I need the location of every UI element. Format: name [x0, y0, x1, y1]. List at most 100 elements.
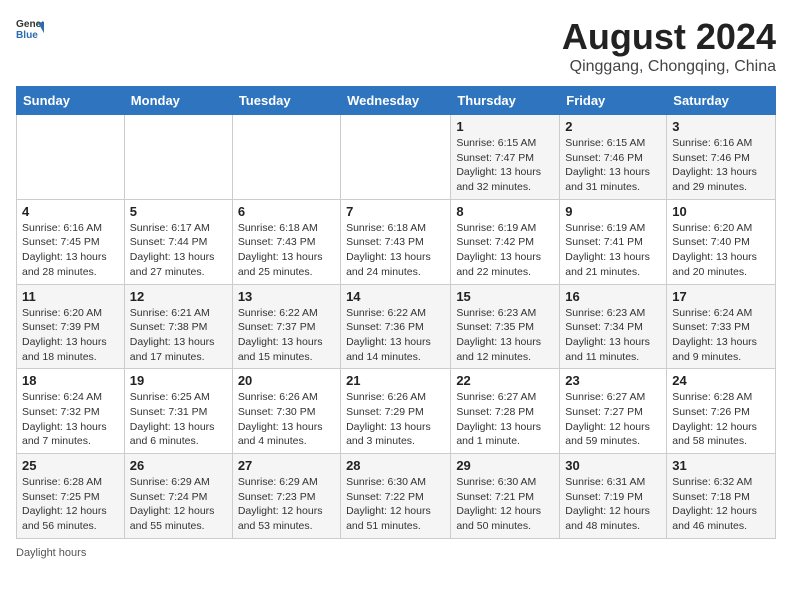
cell-info-text: Sunrise: 6:15 AM Sunset: 7:47 PM Dayligh…: [456, 136, 554, 195]
cell-day-number: 4: [22, 204, 119, 219]
cell-info-text: Sunrise: 6:22 AM Sunset: 7:37 PM Dayligh…: [238, 306, 335, 365]
cell-info-text: Sunrise: 6:18 AM Sunset: 7:43 PM Dayligh…: [346, 221, 445, 280]
cell-day-number: 21: [346, 373, 445, 388]
calendar-cell: 22 Sunrise: 6:27 AM Sunset: 7:28 PM Dayli…: [451, 369, 560, 454]
cell-info-text: Sunrise: 6:19 AM Sunset: 7:41 PM Dayligh…: [565, 221, 661, 280]
cell-day-number: 7: [346, 204, 445, 219]
cell-info-text: Sunrise: 6:30 AM Sunset: 7:22 PM Dayligh…: [346, 475, 445, 534]
cell-day-number: 17: [672, 289, 770, 304]
calendar-cell: [124, 115, 232, 200]
calendar-cell: 23Sunrise: 6:27 AM Sunset: 7:27 PM Dayli…: [560, 369, 667, 454]
calendar-cell: 5 Sunrise: 6:17 AM Sunset: 7:44 PM Daylig…: [124, 199, 232, 284]
calendar-week-row: 4 Sunrise: 6:16 AM Sunset: 7:45 PM Daylig…: [17, 199, 776, 284]
calendar-cell: 7 Sunrise: 6:18 AM Sunset: 7:43 PM Daylig…: [341, 199, 451, 284]
svg-text:Blue: Blue: [16, 30, 38, 41]
cell-info-text: Sunrise: 6:27 AM Sunset: 7:28 PM Dayligh…: [456, 390, 554, 449]
calendar-subtitle: Qinggang, Chongqing, China: [562, 58, 776, 76]
cell-day-number: 30: [565, 458, 661, 473]
calendar-cell: 29 Sunrise: 6:30 AM Sunset: 7:21 PM Dayli…: [451, 454, 560, 539]
cell-info-text: Sunrise: 6:23 AM Sunset: 7:34 PM Dayligh…: [565, 306, 661, 365]
calendar-cell: 28Sunrise: 6:30 AM Sunset: 7:22 PM Dayli…: [341, 454, 451, 539]
cell-info-text: Sunrise: 6:25 AM Sunset: 7:31 PM Dayligh…: [130, 390, 227, 449]
calendar-cell: 4 Sunrise: 6:16 AM Sunset: 7:45 PM Daylig…: [17, 199, 125, 284]
logo-icon: General Blue: [16, 16, 44, 44]
cell-info-text: Sunrise: 6:23 AM Sunset: 7:35 PM Dayligh…: [456, 306, 554, 365]
cell-day-number: 20: [238, 373, 335, 388]
calendar-cell: 6Sunrise: 6:18 AM Sunset: 7:43 PM Daylig…: [232, 199, 340, 284]
cell-day-number: 29: [456, 458, 554, 473]
calendar-cell: 27 Sunrise: 6:29 AM Sunset: 7:23 PM Dayli…: [232, 454, 340, 539]
cell-day-number: 27: [238, 458, 335, 473]
calendar-cell: 16 Sunrise: 6:23 AM Sunset: 7:34 PM Dayli…: [560, 284, 667, 369]
cell-day-number: 14: [346, 289, 445, 304]
page-header: General Blue August 2024 Qinggang, Chong…: [16, 16, 776, 76]
cell-info-text: Sunrise: 6:16 AM Sunset: 7:46 PM Dayligh…: [672, 136, 770, 195]
calendar-cell: 2Sunrise: 6:15 AM Sunset: 7:46 PM Daylig…: [560, 115, 667, 200]
cell-day-number: 16: [565, 289, 661, 304]
cell-info-text: Sunrise: 6:29 AM Sunset: 7:23 PM Dayligh…: [238, 475, 335, 534]
calendar-cell: 24Sunrise: 6:28 AM Sunset: 7:26 PM Dayli…: [667, 369, 776, 454]
cell-day-number: 6: [238, 204, 335, 219]
weekday-header-thursday: Thursday: [451, 87, 560, 115]
cell-info-text: Sunrise: 6:17 AM Sunset: 7:44 PM Dayligh…: [130, 221, 227, 280]
cell-day-number: 22: [456, 373, 554, 388]
calendar-cell: 1 Sunrise: 6:15 AM Sunset: 7:47 PM Daylig…: [451, 115, 560, 200]
calendar-cell: 31 Sunrise: 6:32 AM Sunset: 7:18 PM Dayli…: [667, 454, 776, 539]
cell-info-text: Sunrise: 6:15 AM Sunset: 7:46 PM Dayligh…: [565, 136, 661, 195]
cell-info-text: Sunrise: 6:20 AM Sunset: 7:40 PM Dayligh…: [672, 221, 770, 280]
cell-day-number: 10: [672, 204, 770, 219]
calendar-cell: [341, 115, 451, 200]
weekday-header-saturday: Saturday: [667, 87, 776, 115]
cell-info-text: Sunrise: 6:26 AM Sunset: 7:30 PM Dayligh…: [238, 390, 335, 449]
cell-day-number: 26: [130, 458, 227, 473]
calendar-week-row: 1 Sunrise: 6:15 AM Sunset: 7:47 PM Daylig…: [17, 115, 776, 200]
calendar-cell: 11 Sunrise: 6:20 AM Sunset: 7:39 PM Dayli…: [17, 284, 125, 369]
cell-day-number: 13: [238, 289, 335, 304]
cell-info-text: Sunrise: 6:24 AM Sunset: 7:32 PM Dayligh…: [22, 390, 119, 449]
calendar-week-row: 18Sunrise: 6:24 AM Sunset: 7:32 PM Dayli…: [17, 369, 776, 454]
calendar-week-row: 11 Sunrise: 6:20 AM Sunset: 7:39 PM Dayli…: [17, 284, 776, 369]
cell-info-text: Sunrise: 6:27 AM Sunset: 7:27 PM Dayligh…: [565, 390, 661, 449]
calendar-cell: 8 Sunrise: 6:19 AM Sunset: 7:42 PM Daylig…: [451, 199, 560, 284]
cell-day-number: 11: [22, 289, 119, 304]
cell-day-number: 25: [22, 458, 119, 473]
daylight-hours-label: Daylight hours: [16, 547, 86, 559]
cell-day-number: 5: [130, 204, 227, 219]
calendar-week-row: 25Sunrise: 6:28 AM Sunset: 7:25 PM Dayli…: [17, 454, 776, 539]
weekday-header-friday: Friday: [560, 87, 667, 115]
cell-info-text: Sunrise: 6:32 AM Sunset: 7:18 PM Dayligh…: [672, 475, 770, 534]
calendar-cell: 21 Sunrise: 6:26 AM Sunset: 7:29 PM Dayli…: [341, 369, 451, 454]
cell-day-number: 24: [672, 373, 770, 388]
calendar-cell: 9Sunrise: 6:19 AM Sunset: 7:41 PM Daylig…: [560, 199, 667, 284]
cell-day-number: 12: [130, 289, 227, 304]
title-block: August 2024 Qinggang, Chongqing, China: [562, 16, 776, 76]
cell-info-text: Sunrise: 6:26 AM Sunset: 7:29 PM Dayligh…: [346, 390, 445, 449]
cell-info-text: Sunrise: 6:31 AM Sunset: 7:19 PM Dayligh…: [565, 475, 661, 534]
calendar-table: SundayMondayTuesdayWednesdayThursdayFrid…: [16, 86, 776, 539]
calendar-cell: 18Sunrise: 6:24 AM Sunset: 7:32 PM Dayli…: [17, 369, 125, 454]
footer-note: Daylight hours: [16, 547, 776, 559]
cell-info-text: Sunrise: 6:30 AM Sunset: 7:21 PM Dayligh…: [456, 475, 554, 534]
cell-info-text: Sunrise: 6:29 AM Sunset: 7:24 PM Dayligh…: [130, 475, 227, 534]
cell-info-text: Sunrise: 6:16 AM Sunset: 7:45 PM Dayligh…: [22, 221, 119, 280]
calendar-cell: 25Sunrise: 6:28 AM Sunset: 7:25 PM Dayli…: [17, 454, 125, 539]
calendar-title: August 2024: [562, 16, 776, 58]
calendar-cell: 17Sunrise: 6:24 AM Sunset: 7:33 PM Dayli…: [667, 284, 776, 369]
calendar-cell: 30 Sunrise: 6:31 AM Sunset: 7:19 PM Dayli…: [560, 454, 667, 539]
calendar-cell: 15Sunrise: 6:23 AM Sunset: 7:35 PM Dayli…: [451, 284, 560, 369]
cell-day-number: 8: [456, 204, 554, 219]
cell-info-text: Sunrise: 6:20 AM Sunset: 7:39 PM Dayligh…: [22, 306, 119, 365]
calendar-cell: [232, 115, 340, 200]
calendar-cell: 26 Sunrise: 6:29 AM Sunset: 7:24 PM Dayli…: [124, 454, 232, 539]
calendar-cell: 3 Sunrise: 6:16 AM Sunset: 7:46 PM Daylig…: [667, 115, 776, 200]
weekday-header-tuesday: Tuesday: [232, 87, 340, 115]
cell-info-text: Sunrise: 6:19 AM Sunset: 7:42 PM Dayligh…: [456, 221, 554, 280]
weekday-header-monday: Monday: [124, 87, 232, 115]
calendar-cell: 10 Sunrise: 6:20 AM Sunset: 7:40 PM Dayli…: [667, 199, 776, 284]
cell-day-number: 31: [672, 458, 770, 473]
cell-day-number: 3: [672, 119, 770, 134]
logo: General Blue: [16, 16, 44, 44]
weekday-header-row: SundayMondayTuesdayWednesdayThursdayFrid…: [17, 87, 776, 115]
calendar-cell: 20 Sunrise: 6:26 AM Sunset: 7:30 PM Dayli…: [232, 369, 340, 454]
cell-day-number: 1: [456, 119, 554, 134]
